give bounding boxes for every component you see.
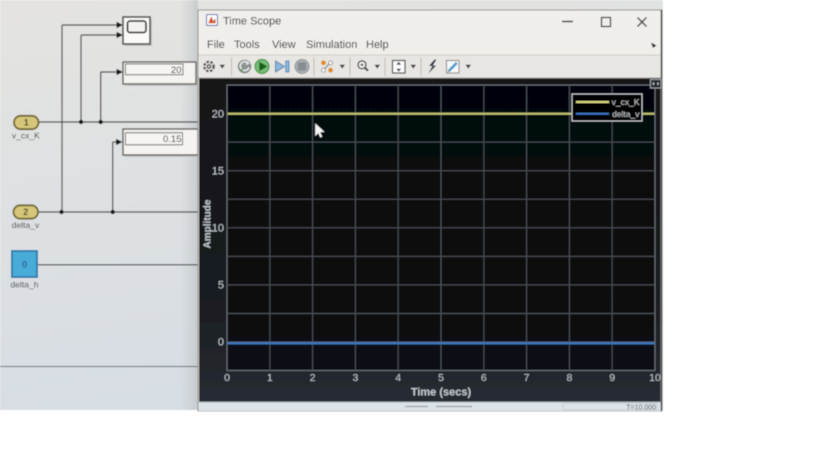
svg-text:View: View bbox=[272, 39, 296, 51]
svg-text:2: 2 bbox=[23, 207, 28, 217]
svg-text:0.15: 0.15 bbox=[163, 134, 182, 145]
svg-text:1: 1 bbox=[267, 372, 273, 384]
svg-text:0: 0 bbox=[22, 260, 27, 271]
svg-text:T=10.000: T=10.000 bbox=[626, 405, 656, 412]
svg-text:File: File bbox=[207, 39, 225, 51]
svg-text:4: 4 bbox=[395, 372, 401, 384]
svg-text:2: 2 bbox=[310, 372, 316, 384]
svg-text:Tools: Tools bbox=[234, 39, 260, 51]
svg-text:1: 1 bbox=[24, 118, 29, 128]
svg-text:0: 0 bbox=[218, 337, 224, 349]
svg-text:0: 0 bbox=[224, 372, 230, 384]
svg-text:10: 10 bbox=[649, 372, 661, 384]
svg-text:delta_v: delta_v bbox=[12, 220, 40, 230]
svg-text:Time (secs): Time (secs) bbox=[411, 387, 472, 399]
svg-text:Amplitude: Amplitude bbox=[203, 199, 214, 248]
svg-text:Help: Help bbox=[366, 39, 389, 51]
svg-text:8: 8 bbox=[566, 372, 572, 384]
svg-text:3: 3 bbox=[352, 372, 358, 384]
svg-text:20: 20 bbox=[171, 65, 182, 76]
svg-text:20: 20 bbox=[212, 108, 224, 120]
svg-text:5: 5 bbox=[218, 280, 224, 292]
svg-text:10: 10 bbox=[212, 223, 224, 235]
svg-text:v_cx_K: v_cx_K bbox=[12, 131, 40, 141]
svg-text:5: 5 bbox=[438, 372, 444, 384]
svg-text:6: 6 bbox=[481, 372, 487, 384]
svg-text:7: 7 bbox=[524, 372, 530, 384]
svg-text:9: 9 bbox=[609, 372, 615, 384]
svg-text:15: 15 bbox=[212, 165, 224, 177]
svg-text:delta_v: delta_v bbox=[612, 109, 640, 119]
svg-text:Simulation: Simulation bbox=[306, 39, 357, 51]
svg-text:delta_h: delta_h bbox=[11, 280, 39, 290]
svg-text:Time Scope: Time Scope bbox=[223, 15, 281, 27]
svg-text:v_cx_K: v_cx_K bbox=[612, 97, 640, 107]
